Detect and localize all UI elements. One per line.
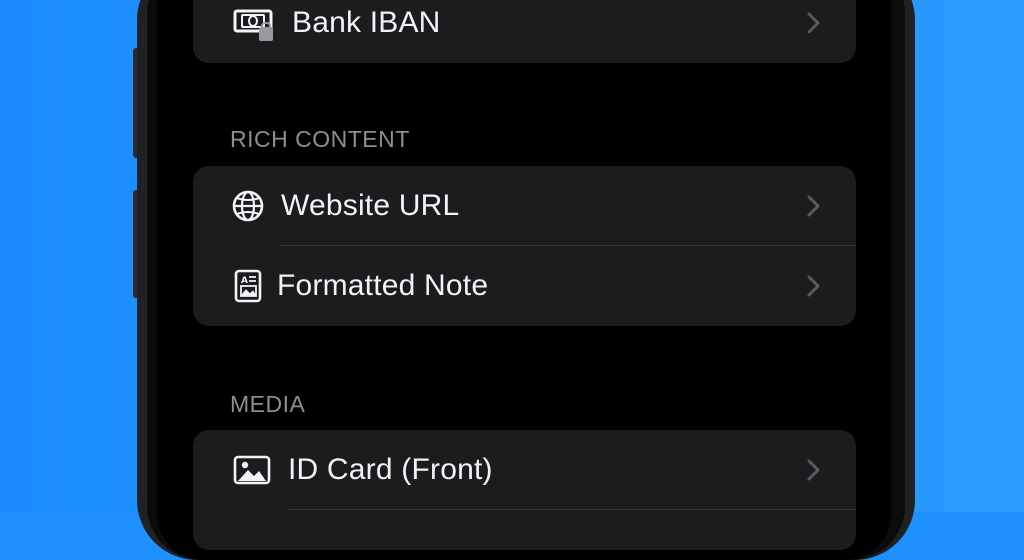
chevron-right-icon (807, 459, 820, 481)
note-icon: A (231, 269, 265, 303)
chevron-right-icon (807, 275, 820, 297)
website-url-label: Website URL (281, 189, 460, 222)
chevron-right-icon (807, 12, 820, 34)
bank-iban-label: Bank IBAN (292, 6, 441, 39)
card-top: Bank IBAN (193, 0, 856, 63)
phone-screen: Bank IBAN RICH CONTENT Website URL A For… (157, 0, 891, 560)
list-item-website-url[interactable]: Website URL (193, 166, 856, 246)
banknote-icon (233, 6, 275, 41)
section-header-media: MEDIA (230, 391, 306, 417)
globe-icon (231, 189, 265, 223)
list-item-formatted-note[interactable]: A Formatted Note (193, 246, 856, 326)
photo-icon (233, 453, 271, 487)
chevron-right-icon (807, 195, 820, 217)
row-divider (288, 509, 856, 510)
card-rich-content: Website URL A Formatted Note (193, 166, 856, 326)
svg-text:A: A (241, 276, 248, 286)
list-item-bank-iban[interactable]: Bank IBAN (193, 0, 856, 63)
card-media: ID Card (Front) (193, 430, 856, 550)
formatted-note-label: Formatted Note (277, 269, 489, 302)
list-item-id-card-front[interactable]: ID Card (Front) (193, 430, 856, 510)
id-card-front-label: ID Card (Front) (288, 453, 493, 486)
section-header-rich-content: RICH CONTENT (230, 126, 410, 152)
